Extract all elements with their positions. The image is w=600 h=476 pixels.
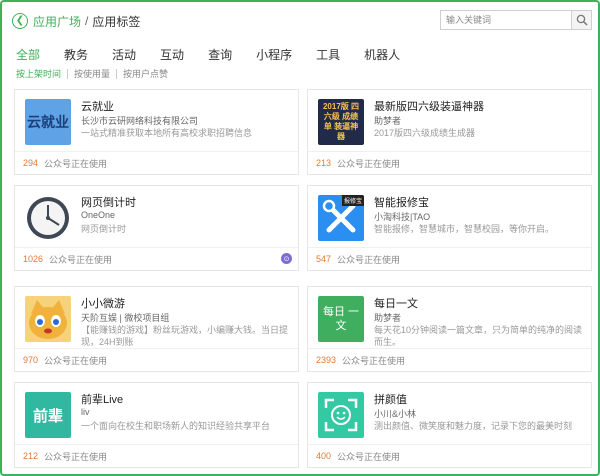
usage-label: 公众号正在使用 (44, 355, 108, 366)
usage-footer: 970 公众号正在使用 (15, 348, 298, 371)
app-name[interactable]: 前辈Live (81, 391, 123, 407)
search-button[interactable] (571, 11, 591, 29)
app-description: 网页倒计时 (81, 224, 127, 234)
app-icon-text: 前辈 (32, 407, 63, 425)
tab-robot[interactable]: 机器人 (364, 46, 400, 63)
face-scan-icon (318, 392, 364, 438)
app-card[interactable]: 2017版 四六级 成绩单 装逼神器 最新版四六级装逼神器 助梦者 2017版四… (307, 89, 592, 175)
usage-count: 212 (23, 451, 39, 461)
usage-footer: 400 公众号正在使用 (308, 444, 591, 467)
tab-activity[interactable]: 活动 (112, 46, 136, 63)
app-icon-senior-live: 前辈 (25, 392, 71, 438)
app-card[interactable]: 网页倒计时 OneOne 网页倒计时 1026 公众号正在使用 ⊙ (14, 185, 299, 271)
usage-count: 400 (316, 451, 332, 461)
breadcrumb-link-app-square[interactable]: 应用广场 (33, 13, 81, 30)
search-box (440, 10, 592, 30)
app-developer: 小淘科技|TAO (374, 212, 431, 222)
app-developer: 天阶互娱 | 微校项目组 (81, 313, 170, 323)
usage-count: 1026 (23, 254, 44, 264)
usage-count: 2393 (316, 355, 337, 365)
tab-academic[interactable]: 教务 (64, 46, 88, 63)
app-name[interactable]: 每日一文 (374, 295, 418, 311)
breadcrumb: ❮ 应用广场 / 应用标签 (12, 11, 140, 31)
app-icon-daily-article: 每日 一文 (318, 296, 364, 342)
app-name[interactable]: 最新版四六级装逼神器 (374, 98, 484, 114)
app-developer: liv (81, 407, 90, 417)
sort-by-likes[interactable]: 按用户点赞 (116, 69, 174, 79)
app-window: ❮ 应用广场 / 应用标签 全部 教务 活动 互动 查询 小程序 工具 机器人 … (0, 0, 600, 476)
sort-by-time[interactable]: 按上架时间 (16, 69, 67, 79)
usage-label: 公众号正在使用 (44, 158, 108, 169)
search-icon (576, 14, 588, 26)
app-card[interactable]: 每日 一文 每日一文 助梦者 每天花10分钟阅读一篇文章，只为简单的纯净的阅读而… (307, 286, 592, 372)
usage-label: 公众号正在使用 (49, 254, 113, 265)
app-developer: 助梦者 (374, 313, 402, 323)
app-name[interactable]: 智能报修宝 (374, 194, 429, 210)
app-card[interactable]: 报修宝 智能报修宝 小淘科技|TAO 智能报修，智慧城市，智慧校园，等你开启。 … (307, 185, 592, 271)
usage-count: 213 (316, 158, 332, 168)
app-description: 每天花10分钟阅读一篇文章，只为简单的纯净的阅读而生。 (374, 325, 583, 347)
tab-all[interactable]: 全部 (16, 46, 40, 63)
app-name[interactable]: 小小微游 (81, 295, 125, 311)
chevron-left-icon[interactable]: ❮ (12, 13, 28, 29)
cat-mascot-icon (25, 296, 71, 342)
usage-label: 公众号正在使用 (337, 254, 401, 265)
app-icon-text: 报修宝 (341, 195, 364, 206)
verified-badge-icon: ⊙ (281, 253, 292, 264)
app-developer: 长沙市云研网络科技有限公司 (81, 116, 199, 126)
app-description: 2017版四六级成绩生成器 (374, 128, 476, 138)
usage-footer: 1026 公众号正在使用 (15, 247, 298, 270)
usage-footer: 2393 公众号正在使用 (308, 348, 591, 371)
tab-mini-program[interactable]: 小程序 (256, 46, 292, 63)
app-card[interactable]: 拼颜值 小川&小林 测出颜值、微笑度和魅力度，记录下您的最美时刻 400 公众号… (307, 382, 592, 468)
usage-footer: 547 公众号正在使用 (308, 247, 591, 270)
search-input[interactable] (441, 11, 571, 29)
app-card[interactable]: 小小微游 天阶互娱 | 微校项目组 【能赚钱的游戏】粉丝玩游戏，小编赚大钱。当日… (14, 286, 299, 372)
sort-by-usage[interactable]: 按使用量 (67, 69, 116, 79)
tab-tools[interactable]: 工具 (316, 46, 340, 63)
usage-label: 公众号正在使用 (342, 355, 406, 366)
app-name[interactable]: 网页倒计时 (81, 194, 136, 210)
tab-query[interactable]: 查询 (208, 46, 232, 63)
usage-footer: 294 公众号正在使用 (15, 151, 298, 174)
repair-tools-icon: 报修宝 (318, 195, 364, 241)
usage-count: 547 (316, 254, 332, 264)
app-description: 【能赚钱的游戏】粉丝玩游戏，小编赚大钱。当日提现，24H到账 (81, 325, 289, 347)
sort-options: 按上架时间 按使用量 按用户点赞 (16, 69, 174, 79)
usage-count: 970 (23, 355, 39, 365)
category-tabs: 全部 教务 活动 互动 查询 小程序 工具 机器人 (16, 46, 424, 63)
app-description: 测出颜值、微笑度和魅力度，记录下您的最美时刻 (374, 421, 573, 431)
app-description: 一站式精准获取本地所有高校求职招聘信息 (81, 128, 253, 138)
usage-label: 公众号正在使用 (337, 158, 401, 169)
app-description: 智能报修，智慧城市，智慧校园，等你开启。 (374, 224, 555, 234)
usage-label: 公众号正在使用 (337, 451, 401, 462)
app-name[interactable]: 云就业 (81, 98, 114, 114)
usage-count: 294 (23, 158, 39, 168)
app-developer: 助梦者 (374, 116, 402, 126)
tab-interaction[interactable]: 互动 (160, 46, 184, 63)
usage-label: 公众号正在使用 (44, 451, 108, 462)
clock-icon (25, 195, 71, 241)
breadcrumb-current: 应用标签 (92, 14, 141, 29)
app-card[interactable]: 云就业 云就业 长沙市云研网络科技有限公司 一站式精准获取本地所有高校求职招聘信… (14, 89, 299, 175)
app-name[interactable]: 拼颜值 (374, 391, 407, 407)
app-card[interactable]: 前辈 前辈Live liv 一个面向在校生和职场新人的知识经验共享平台 212 … (14, 382, 299, 468)
usage-footer: 213 公众号正在使用 (308, 151, 591, 174)
app-developer: OneOne (81, 210, 116, 220)
breadcrumb-separator: / (85, 14, 89, 28)
app-developer: 小川&小林 (374, 409, 417, 419)
app-description: 一个面向在校生和职场新人的知识经验共享平台 (81, 421, 271, 431)
app-icon-text: 2017版 四六级 成绩单 装逼神器 (322, 102, 360, 141)
app-icon-text: 每日 一文 (322, 306, 360, 332)
app-icon-cet-generator: 2017版 四六级 成绩单 装逼神器 (318, 99, 364, 145)
usage-footer: 212 公众号正在使用 (15, 444, 298, 467)
app-icon-cloud-employment: 云就业 (25, 99, 71, 145)
app-icon-text: 云就业 (27, 114, 69, 130)
